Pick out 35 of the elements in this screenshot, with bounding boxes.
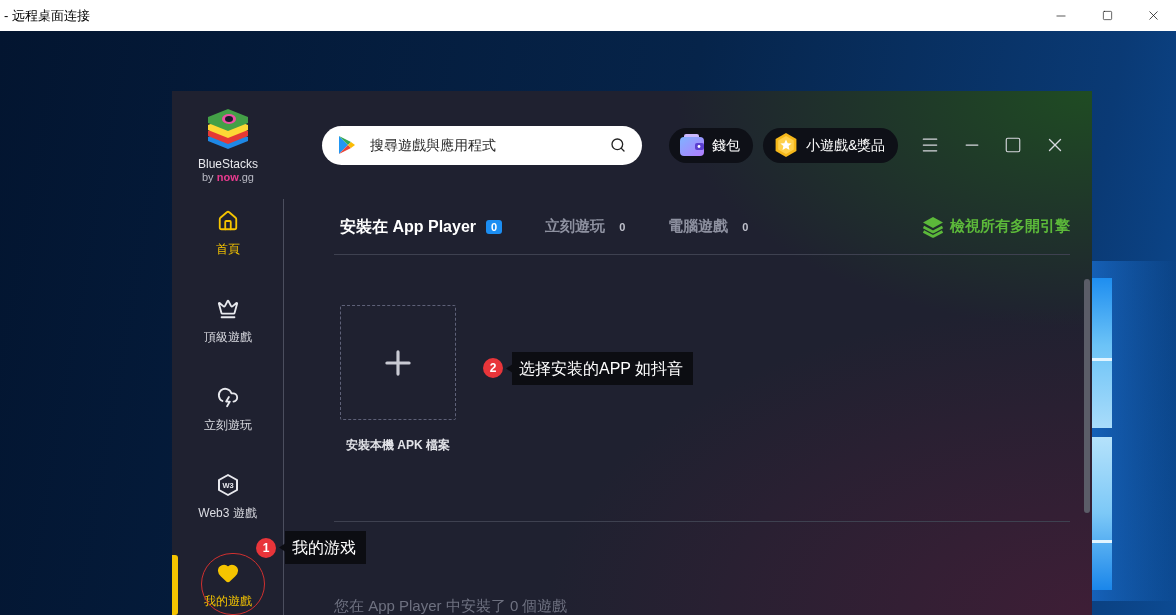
wallet-button[interactable]: 錢包 bbox=[669, 127, 753, 163]
layers-icon bbox=[922, 215, 944, 238]
tab[interactable]: 立刻遊玩 0 bbox=[545, 215, 626, 238]
maximize-icon[interactable] bbox=[1101, 10, 1113, 21]
count-badge: 0 bbox=[486, 219, 503, 234]
installed-summary: 您在 App Player 中安裝了 0 個遊戲 bbox=[334, 598, 569, 614]
number-badge: 1 bbox=[256, 538, 276, 558]
number-badge: 2 bbox=[483, 358, 503, 378]
play-triangle-icon bbox=[339, 135, 355, 154]
apk-install-label: 安裝本機 APK 檔案 bbox=[345, 437, 451, 453]
sidebar-item[interactable]: 頂級遊戲 bbox=[172, 287, 283, 346]
brand-byline: by now.gg bbox=[202, 171, 254, 183]
search-field[interactable]: 搜尋遊戲與應用程式 bbox=[322, 125, 642, 165]
window-title: - 远程桌面连接 bbox=[4, 6, 90, 25]
maximize-icon[interactable] bbox=[1004, 136, 1023, 154]
tab[interactable]: 安裝在 App Player 0 bbox=[340, 214, 503, 239]
tooltip: 选择安装的APP 如抖音 bbox=[506, 352, 694, 385]
tab-count: 0 bbox=[619, 219, 626, 234]
tab[interactable]: 電腦遊戲 0 bbox=[668, 215, 749, 238]
search-icon[interactable] bbox=[610, 136, 626, 153]
heart-icon bbox=[216, 562, 239, 584]
tab-count: 0 bbox=[742, 219, 749, 234]
home-icon bbox=[216, 210, 239, 232]
add-apk-button[interactable] bbox=[340, 305, 456, 420]
multi-instance-link[interactable]: 檢視所有多開引擎 bbox=[922, 215, 1070, 238]
star-hexagon-icon bbox=[774, 133, 798, 157]
cloud-lightning-icon bbox=[216, 386, 239, 408]
brand-name: BlueStacks bbox=[198, 157, 258, 171]
scrollbar[interactable] bbox=[1084, 279, 1090, 513]
sidebar-item[interactable]: 立刻遊玩 bbox=[172, 375, 283, 434]
sidebar-item[interactable]: 首頁 bbox=[172, 199, 283, 258]
rewards-button[interactable]: 小遊戲&獎品 bbox=[763, 127, 899, 163]
wallet-icon bbox=[680, 134, 704, 156]
tooltip: 我的游戏 bbox=[279, 531, 366, 564]
crown-icon bbox=[216, 298, 239, 320]
